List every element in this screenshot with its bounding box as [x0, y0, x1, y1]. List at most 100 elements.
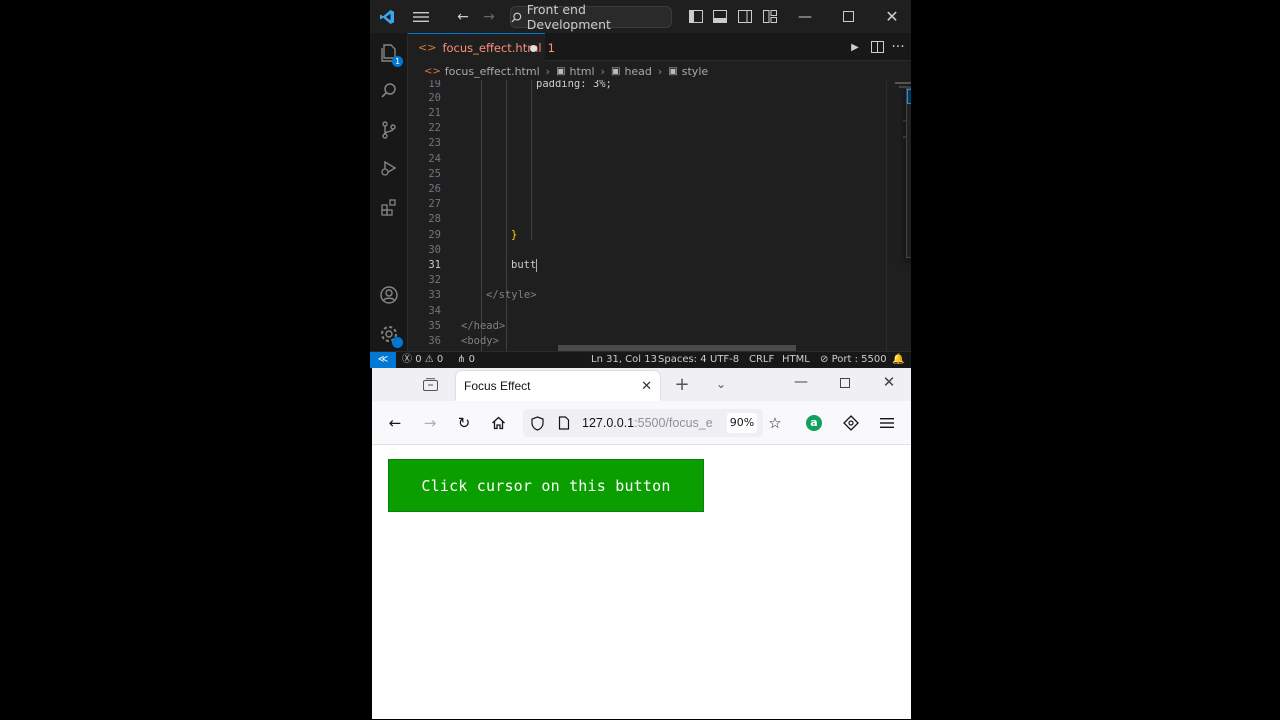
- suggestion-item[interactable]: ::-webkit-file-upload-button: [907, 196, 911, 211]
- cursor-position[interactable]: Ln 31, Col 13: [591, 352, 657, 368]
- zoom-level[interactable]: 90%: [727, 413, 757, 433]
- chevron-right-icon: ›: [657, 64, 663, 78]
- url-text[interactable]: 127.0.0.1:5500/focus_e: [582, 409, 712, 437]
- back-arrow-icon[interactable]: ←: [383, 411, 407, 435]
- warning-icon: ⚠: [424, 354, 434, 365]
- notifications-bell-icon[interactable]: 🔔: [892, 352, 904, 368]
- list-all-tabs-icon[interactable]: ⌄: [709, 372, 733, 396]
- suggestion-item[interactable]: :double-button: [907, 120, 911, 135]
- new-tab-icon[interactable]: +: [670, 372, 694, 396]
- suggestion-item[interactable]: ::-webkit-outer-spin-button: [907, 181, 911, 196]
- command-center-search[interactable]: Front end Development: [510, 2, 672, 32]
- suggestion-item[interactable]: :single-button: [907, 135, 911, 150]
- vscode-logo-icon: [376, 0, 398, 33]
- browser-tab-strip: Focus Effect ✕ + ⌄ — ✕: [372, 368, 911, 401]
- tab-focus-effect[interactable]: Focus Effect ✕: [456, 371, 660, 401]
- element-icon: ▣: [610, 65, 621, 77]
- hamburger-menu-icon[interactable]: [875, 411, 899, 435]
- explorer-badge: 1: [392, 56, 403, 67]
- breadcrumb-item[interactable]: head: [624, 65, 651, 78]
- problems-indicator[interactable]: Ⓧ 0 ⚠ 0: [402, 352, 443, 368]
- breadcrumb-item[interactable]: style: [682, 65, 708, 78]
- home-icon[interactable]: [486, 411, 510, 435]
- language-mode[interactable]: HTML: [782, 352, 810, 368]
- extensions-puzzle-icon[interactable]: [839, 411, 863, 435]
- suggestion-item[interactable]: button: [907, 89, 911, 105]
- code-line: 34: [428, 305, 441, 317]
- code-line: 27: [428, 198, 441, 210]
- code-line: 22: [428, 122, 441, 134]
- close-icon[interactable]: ✕: [881, 0, 903, 33]
- tab-problem-count: 1: [547, 40, 555, 55]
- error-icon: Ⓧ: [402, 354, 412, 365]
- tab-focus-effect[interactable]: <> focus_effect.html 1: [408, 33, 555, 61]
- chevron-right-icon: ›: [600, 64, 605, 78]
- more-actions-icon[interactable]: ···: [888, 33, 908, 61]
- maximize-icon[interactable]: [833, 371, 857, 395]
- maximize-icon[interactable]: [837, 0, 859, 33]
- indentation[interactable]: Spaces: 4: [658, 352, 707, 368]
- code-line: 30: [428, 244, 441, 256]
- broadcast-icon: ⊘: [820, 354, 829, 365]
- bookmark-star-icon[interactable]: ☆: [763, 411, 787, 435]
- forward-arrow-icon[interactable]: →: [418, 411, 442, 435]
- click-cursor-button[interactable]: Click cursor on this button: [388, 459, 704, 512]
- css-property-cube-icon: [907, 91, 911, 102]
- code-editor[interactable]: 19 padding: 3%; 20 21 22 23 24 25 26 27 2…: [408, 80, 911, 351]
- account-icon[interactable]: [370, 277, 408, 313]
- reload-icon[interactable]: ↻: [452, 411, 476, 435]
- run-debug-icon[interactable]: [370, 150, 408, 186]
- code-line: 32: [428, 274, 441, 286]
- minimize-icon[interactable]: —: [794, 0, 816, 33]
- navigation-toolbar: ← → ↻ 127.0.0.1:5500/focus_e 90% ☆ a: [372, 401, 911, 445]
- explorer-icon[interactable]: 1: [370, 35, 408, 71]
- live-server-port[interactable]: ⊘ Port : 5500: [820, 352, 887, 368]
- css-property-cube-icon: [907, 152, 911, 163]
- search-icon: [511, 12, 522, 22]
- run-icon[interactable]: ▶: [845, 33, 865, 61]
- close-tab-icon[interactable]: ✕: [641, 378, 652, 394]
- suggestion-item[interactable]: ::-webkit-scrollbar-button: [907, 150, 911, 165]
- split-editor-icon[interactable]: [867, 33, 887, 61]
- unsaved-dot-icon[interactable]: [530, 45, 537, 52]
- page-info-icon[interactable]: [552, 411, 576, 435]
- css-property-cube-icon: [907, 183, 911, 194]
- remote-indicator-icon[interactable]: ≪: [370, 352, 396, 368]
- back-arrow-icon[interactable]: ←: [452, 0, 474, 33]
- close-icon[interactable]: ✕: [877, 370, 901, 394]
- extensions-icon[interactable]: [370, 189, 408, 225]
- suggestion-item[interactable]: ::-webkit-inner-spin-button: [907, 166, 911, 181]
- customize-layout-icon[interactable]: [760, 0, 780, 33]
- code-line-current: 31 butt: [428, 259, 537, 272]
- breadcrumb-item[interactable]: focus_effect.html: [445, 65, 540, 78]
- toggle-secondary-sidebar-icon[interactable]: [735, 0, 755, 33]
- suggestion-item[interactable]: ::-webkit-search-results-button: [907, 227, 911, 242]
- end-of-line[interactable]: CRLF: [749, 352, 774, 368]
- minimize-icon[interactable]: —: [789, 370, 813, 394]
- settings-gear-icon[interactable]: [370, 316, 408, 352]
- forward-arrow-icon[interactable]: →: [478, 0, 500, 33]
- encoding[interactable]: UTF-8: [710, 352, 739, 368]
- suggestion-item[interactable]: ::-webkit-search-cancel-button: [907, 211, 911, 226]
- url-bar[interactable]: 127.0.0.1:5500/focus_e 90%: [523, 409, 763, 437]
- ports-indicator[interactable]: ⋔ 0: [457, 352, 475, 368]
- suggestion-item[interactable]: ::-webkit-validation-bubble-text-block: [907, 242, 911, 257]
- search-view-icon[interactable]: [370, 73, 408, 109]
- toggle-primary-sidebar-icon[interactable]: [686, 0, 706, 33]
- breadcrumb-item[interactable]: html: [570, 65, 595, 78]
- text-cursor: [536, 259, 537, 272]
- firefox-view-icon[interactable]: [418, 372, 442, 396]
- source-control-icon[interactable]: [370, 112, 408, 148]
- firefox-window: Focus Effect ✕ + ⌄ — ✕ ← → ↻ 127.0.0.1:5…: [372, 368, 911, 719]
- breadcrumb: <> focus_effect.html › ▣ html › ▣ head ›…: [408, 62, 878, 80]
- toggle-panel-icon[interactable]: [710, 0, 730, 33]
- element-icon: ▣: [668, 65, 678, 77]
- tracking-protection-shield-icon[interactable]: [525, 411, 549, 435]
- vscode-titlebar: ← → Front end Development — ✕: [370, 0, 911, 33]
- tab-title: Focus Effect: [464, 379, 531, 393]
- code-line: 29}: [428, 229, 518, 241]
- suggestion-item[interactable]: :no-button: [907, 104, 911, 119]
- extension-avatar-icon[interactable]: a: [802, 411, 826, 435]
- menu-icon[interactable]: [410, 0, 432, 33]
- css-property-cube-icon: [907, 137, 911, 148]
